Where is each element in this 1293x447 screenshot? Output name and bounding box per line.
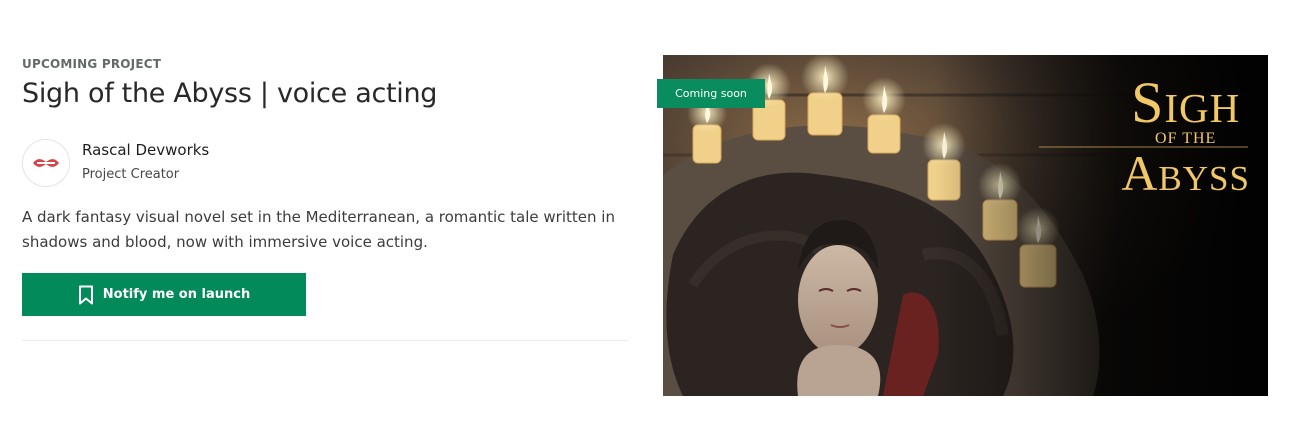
project-description: A dark fantasy visual novel set in the M…: [22, 208, 615, 251]
creator-avatar[interactable]: [22, 139, 70, 187]
rascal-devworks-logo: [33, 159, 59, 167]
project-title: Sigh of the Abyss | voice acting: [22, 78, 438, 109]
section-divider: [22, 340, 628, 341]
creator-name[interactable]: Rascal Devworks: [82, 141, 209, 159]
notify-me-button[interactable]: Notify me on launch: [22, 273, 306, 316]
hero-art-title: Sigh OF THE Abyss: [1121, 70, 1250, 201]
hero-art-title-main: Sigh: [1131, 70, 1241, 135]
bookmark-icon: [78, 285, 93, 304]
coming-soon-badge: Coming soon: [657, 79, 765, 108]
upcoming-project-label: UPCOMING PROJECT: [22, 57, 162, 71]
creator-role: Project Creator: [82, 167, 180, 182]
notify-me-label: Notify me on launch: [102, 287, 251, 302]
hero-art-title-sub: Abyss: [1121, 145, 1250, 201]
project-info-panel: UPCOMING PROJECT Sigh of the Abyss | voi…: [22, 0, 628, 447]
